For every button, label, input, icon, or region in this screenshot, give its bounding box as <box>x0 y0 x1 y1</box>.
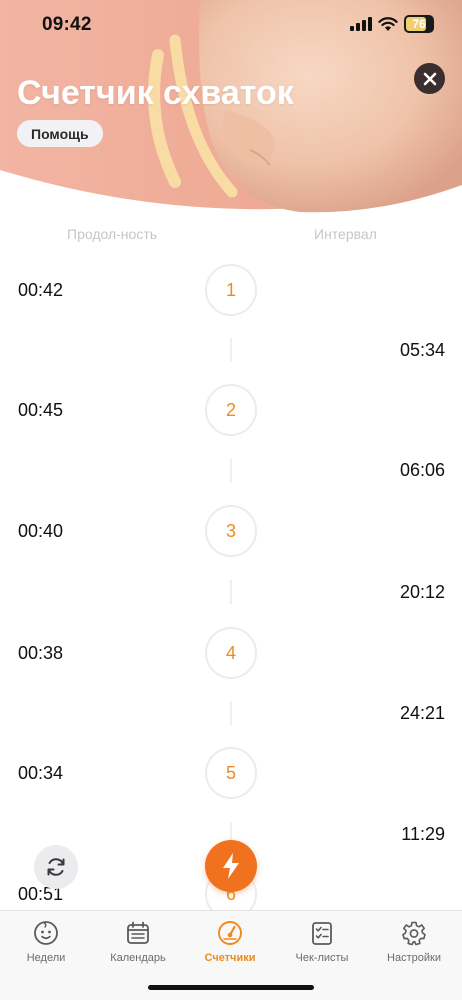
contraction-duration: 00:34 <box>18 763 64 783</box>
contraction-number[interactable]: 5 <box>205 747 257 799</box>
contraction-interval: 20:12 <box>399 582 445 602</box>
tab-checklists[interactable]: Чек-листы <box>276 919 368 964</box>
gauge-icon <box>216 919 244 947</box>
contraction-duration: 00:38 <box>18 643 64 663</box>
checklist-icon <box>308 919 336 947</box>
contraction-interval: 05:34 <box>399 340 445 360</box>
close-button[interactable] <box>414 63 445 94</box>
contraction-number[interactable]: 4 <box>205 627 257 679</box>
timeline-connector <box>230 338 232 362</box>
contractions-timeline[interactable]: 00:42 1 05:34 00:45 2 06:06 00:40 3 20:1… <box>0 250 462 920</box>
help-button[interactable]: Помощь <box>17 120 103 147</box>
contraction-duration: 00:40 <box>18 521 64 541</box>
contraction-number[interactable]: 3 <box>205 505 257 557</box>
signal-icon <box>350 17 372 31</box>
gear-icon <box>400 919 428 947</box>
tab-label: Недели <box>26 952 66 964</box>
tab-label: Чек-листы <box>295 952 349 964</box>
page-title: Счетчик схваток <box>17 74 294 112</box>
contraction-interval: 06:06 <box>399 460 445 480</box>
home-indicator <box>148 985 314 990</box>
refresh-icon <box>47 858 65 876</box>
battery-level: 76 <box>412 17 426 31</box>
battery-indicator: 76 <box>404 15 434 33</box>
tab-settings[interactable]: Настройки <box>368 919 460 964</box>
tab-label: Счетчики <box>204 952 256 964</box>
contraction-number[interactable]: 2 <box>205 384 257 436</box>
contraction-interval: 24:21 <box>399 703 445 723</box>
lightning-icon <box>223 853 239 879</box>
wifi-icon <box>378 16 398 31</box>
timeline-connector <box>230 701 232 725</box>
contraction-duration: 00:42 <box>18 280 64 300</box>
close-icon <box>423 72 436 85</box>
tab-weeks[interactable]: Недели <box>0 919 92 964</box>
status-bar: 09:42 76 <box>0 0 462 52</box>
timeline-connector <box>230 580 232 604</box>
tab-counters[interactable]: Счетчики <box>184 919 276 964</box>
timeline-connector <box>230 459 232 483</box>
tab-calendar[interactable]: Календарь <box>92 919 184 964</box>
refresh-button[interactable] <box>34 845 78 889</box>
interval-column-header: Интервал <box>314 226 377 242</box>
status-icons: 76 <box>350 15 434 33</box>
duration-column-header: Продол-ность <box>67 226 158 242</box>
header-banner: 09:42 76 Счетчик схваток Помощь <box>0 0 462 215</box>
calendar-icon <box>124 919 152 947</box>
contraction-number[interactable]: 1 <box>205 264 257 316</box>
contraction-interval: 11:29 <box>401 824 445 844</box>
contraction-duration: 00:45 <box>18 400 64 420</box>
start-contraction-button[interactable] <box>205 840 257 892</box>
status-time: 09:42 <box>42 14 92 35</box>
tab-label: Календарь <box>110 952 166 964</box>
baby-face-icon <box>32 919 60 947</box>
tab-label: Настройки <box>387 952 441 964</box>
